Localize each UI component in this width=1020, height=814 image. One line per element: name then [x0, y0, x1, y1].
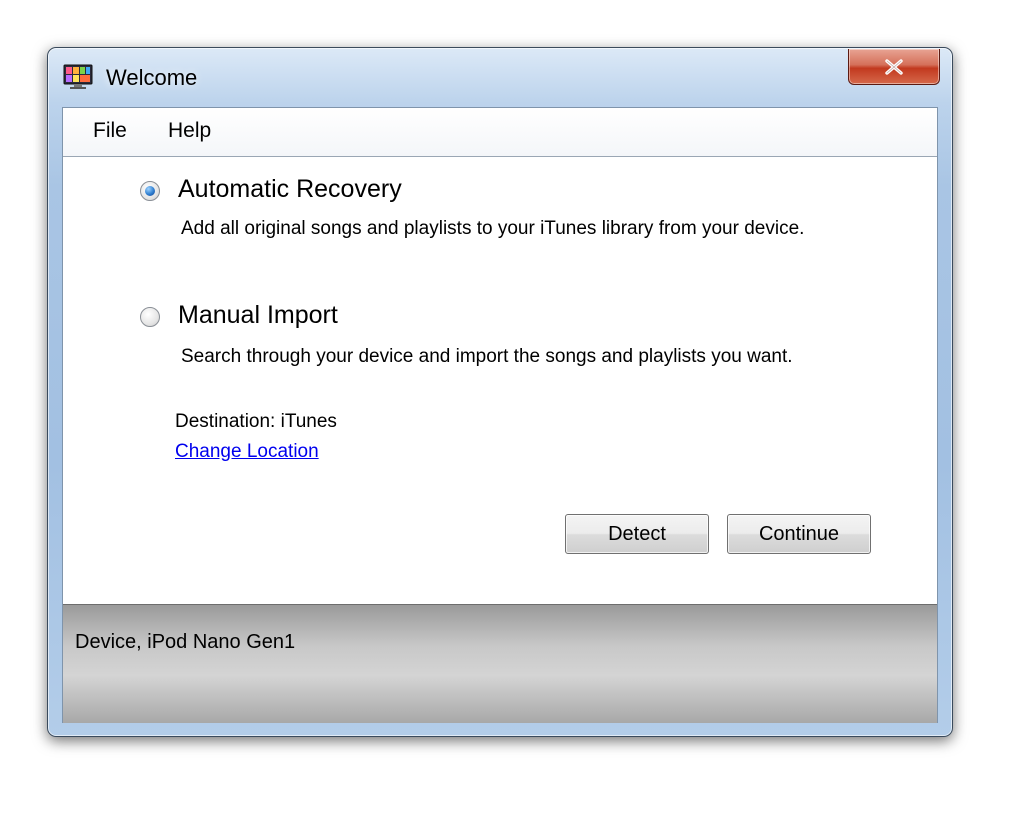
status-text: Device, iPod Nano Gen1	[75, 631, 296, 653]
change-location-link[interactable]: Change Location	[175, 441, 319, 463]
menu-bar: File Help	[63, 108, 937, 157]
automatic-recovery-radio[interactable]	[140, 181, 160, 201]
window-title: Welcome	[106, 65, 198, 90]
menu-help[interactable]: Help	[166, 119, 213, 143]
manual-import-radio[interactable]	[140, 307, 160, 327]
close-icon	[885, 58, 903, 75]
menu-file[interactable]: File	[91, 119, 129, 143]
close-button[interactable]	[848, 49, 940, 85]
title-bar[interactable]: Welcome	[48, 48, 952, 108]
destination-text: Destination: iTunes	[175, 411, 337, 432]
automatic-recovery-description: Add all original songs and playlists to …	[181, 218, 805, 239]
client-area: File Help Automatic Recovery Add all ori…	[62, 107, 938, 723]
detect-button[interactable]: Detect	[565, 514, 709, 554]
app-window: Welcome File Help Automatic Recovery Add…	[47, 47, 953, 737]
manual-import-description: Search through your device and import th…	[181, 346, 793, 367]
app-icon	[63, 64, 93, 89]
continue-button[interactable]: Continue	[727, 514, 871, 554]
status-bar: Device, iPod Nano Gen1	[63, 604, 937, 723]
manual-import-label[interactable]: Manual Import	[178, 301, 338, 330]
automatic-recovery-label[interactable]: Automatic Recovery	[178, 175, 402, 204]
